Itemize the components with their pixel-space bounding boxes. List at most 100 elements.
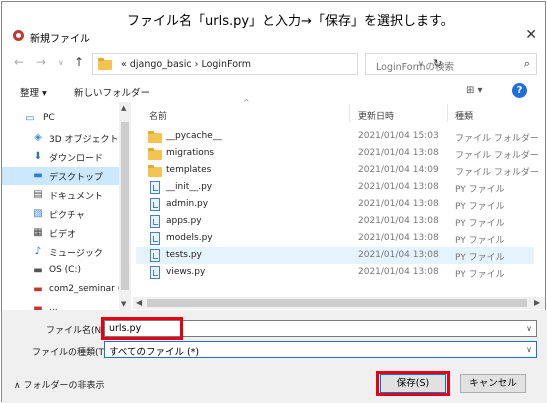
file-type: ファイル フォルダー	[455, 134, 539, 144]
scroll-left-arrow-icon[interactable]: ◀	[136, 298, 142, 307]
file-type: PY ファイル	[455, 236, 505, 246]
file-row[interactable]: models.py 2021/01/04 13:08 PY ファイル	[136, 230, 534, 247]
search-box[interactable]: LoginFormの検索 ⌕	[365, 53, 537, 75]
python-file-icon	[150, 198, 160, 211]
file-name: __pycache__	[166, 131, 222, 141]
column-header-name[interactable]: 名前	[149, 109, 167, 122]
file-name: tests.py	[166, 250, 202, 260]
breadcrumb[interactable]: « django_basic › LoginForm	[121, 59, 251, 70]
pictures-icon: ▧	[33, 208, 43, 219]
help-icon[interactable]: ?	[512, 83, 527, 98]
sidebar-item-label: com2_seminar (¥	[49, 284, 127, 294]
hide-folders-toggle[interactable]: ∧ フォルダーの非表示	[14, 378, 104, 391]
search-icon[interactable]: ⌕	[524, 57, 530, 71]
file-type: PY ファイル	[455, 270, 505, 280]
file-type: PY ファイル	[455, 219, 505, 229]
column-divider[interactable]	[349, 104, 350, 122]
sidebar-item[interactable]: ▬ com2_seminar (¥	[2, 281, 127, 299]
documents-icon: ▤	[33, 189, 43, 200]
file-type: PY ファイル	[455, 202, 505, 212]
file-row[interactable]: __init__.py 2021/01/04 13:08 PY ファイル	[136, 179, 534, 196]
sidebar-item-label: ダウンロード	[49, 154, 104, 164]
recent-locations-dropdown-icon[interactable]: ∨	[58, 58, 64, 67]
filetype-label: ファイルの種類(T):	[32, 348, 111, 358]
sidebar-item[interactable]: ♪ ミュージック	[2, 243, 120, 261]
file-type: PY ファイル	[455, 253, 505, 263]
address-bar[interactable]: « django_basic › LoginForm ∨ ↻	[92, 53, 442, 75]
scroll-down-arrow-icon[interactable]: ▼	[121, 300, 126, 308]
file-modified-date: 2021/01/04 13:08	[358, 250, 439, 260]
music-icon: ♪	[34, 246, 42, 257]
filetype-value[interactable]: すべてのファイル (*)	[109, 344, 199, 358]
drive-icon: ▬	[33, 265, 43, 276]
file-row[interactable]: apps.py 2021/01/04 13:08 PY ファイル	[136, 213, 534, 230]
highlight-box-save	[376, 371, 450, 396]
navigation-bar: ← → ∨ ↑ « django_basic › LoginForm ∨ ↻ L…	[2, 52, 547, 76]
filetype-select[interactable]: すべてのファイル (*) ∨	[104, 341, 537, 358]
filetype-dropdown-icon[interactable]: ∨	[526, 345, 532, 354]
scroll-right-arrow-icon[interactable]: ▶	[534, 298, 540, 307]
network-drive-icon: ▬	[33, 284, 43, 295]
command-bar: 整理 ▾ 新しいフォルダー ⊞ ▾ ?	[2, 80, 547, 102]
column-header-type[interactable]: 種類	[455, 109, 473, 122]
file-list: 名前 ^ 更新日時 種類 __pycache__ 2021/01/04 15:03…	[133, 98, 545, 297]
cancel-button[interactable]: キャンセル	[460, 374, 526, 393]
navigation-pane-scrollbar[interactable]: ▲ ▼	[119, 102, 131, 314]
close-icon[interactable]: ✕	[525, 27, 537, 43]
file-row[interactable]: templates 2021/01/04 14:09 ファイル フォルダー	[136, 162, 539, 179]
sidebar-item[interactable]: ▦ ビデオ	[2, 224, 120, 242]
file-list-horizontal-scrollbar[interactable]: ◀ ▶	[133, 297, 545, 309]
folder-icon	[148, 148, 162, 160]
file-row[interactable]: admin.py 2021/01/04 13:08 PY ファイル	[136, 196, 534, 213]
folder-icon	[148, 165, 162, 177]
organize-button[interactable]: 整理 ▾	[20, 85, 47, 99]
sidebar-item[interactable]: ▤ ドキュメント	[2, 186, 120, 204]
sidebar-item-label: OS (C:)	[49, 265, 81, 275]
file-type: ファイル フォルダー	[455, 151, 539, 161]
videos-icon: ▦	[33, 227, 43, 238]
file-name: apps.py	[166, 216, 202, 226]
search-input[interactable]: LoginFormの検索	[376, 59, 454, 73]
save-dialog: ファイル名「urls.py」と入力→「保存」を選択します。 新規ファイル ✕ ←…	[1, 1, 547, 403]
file-name: __init__.py	[166, 182, 213, 192]
view-options-icon[interactable]: ⊞ ▾	[466, 85, 483, 96]
window-title: 新規ファイル	[30, 34, 90, 45]
sidebar-item[interactable]: ▭ PC	[2, 110, 120, 128]
file-modified-date: 2021/01/04 13:08	[358, 182, 439, 192]
file-modified-date: 2021/01/04 13:08	[358, 199, 439, 209]
file-name: admin.py	[166, 199, 209, 209]
file-type: ファイル フォルダー	[455, 168, 539, 178]
scroll-thumb[interactable]	[147, 299, 527, 307]
sidebar-item-label: デスクトップ	[49, 173, 104, 183]
column-header-date[interactable]: 更新日時	[358, 109, 394, 122]
file-row[interactable]: __pycache__ 2021/01/04 15:03 ファイル フォルダー	[136, 128, 539, 145]
computer-icon: ▭	[25, 113, 35, 124]
filename-dropdown-icon[interactable]: ∨	[526, 324, 532, 333]
python-file-icon	[150, 181, 160, 194]
sort-ascending-icon: ^	[243, 98, 250, 107]
sidebar-item[interactable]: ▬ デスクトップ	[2, 167, 120, 185]
new-folder-button[interactable]: 新しいフォルダー	[74, 85, 150, 99]
save-form-panel: ファイル名(N): urls.py ∨ ファイルの種類(T): すべてのファイル…	[2, 310, 547, 403]
file-row[interactable]: migrations 2021/01/04 13:08 ファイル フォルダー	[136, 145, 539, 162]
back-arrow-icon[interactable]: ←	[14, 55, 24, 69]
folder-icon	[98, 58, 112, 70]
scroll-up-arrow-icon[interactable]: ▲	[121, 104, 126, 112]
python-file-icon	[150, 215, 160, 228]
file-row[interactable]: tests.py 2021/01/04 13:08 PY ファイル	[136, 247, 534, 264]
sidebar-item[interactable]: ▧ ピクチャ	[2, 205, 120, 223]
file-row[interactable]: views.py 2021/01/04 13:08 PY ファイル	[136, 264, 534, 281]
forward-arrow-icon[interactable]: →	[36, 55, 46, 69]
file-name: models.py	[166, 233, 213, 243]
file-modified-date: 2021/01/04 13:08	[358, 267, 439, 277]
sidebar-item[interactable]: ⬇ ダウンロード	[2, 148, 120, 166]
sidebar-item[interactable]: ▬ OS (C:)	[2, 262, 120, 280]
up-arrow-icon[interactable]: ↑	[74, 55, 84, 69]
sidebar-item-label: ミュージック	[49, 249, 103, 259]
scroll-thumb[interactable]	[121, 122, 129, 290]
file-modified-date: 2021/01/04 13:08	[358, 148, 439, 158]
file-modified-date: 2021/01/04 13:08	[358, 216, 439, 226]
sidebar-item[interactable]: ◈ 3D オブジェクト	[2, 129, 120, 147]
title-bar: 新規ファイル ✕	[2, 24, 547, 48]
column-divider[interactable]	[447, 104, 448, 122]
